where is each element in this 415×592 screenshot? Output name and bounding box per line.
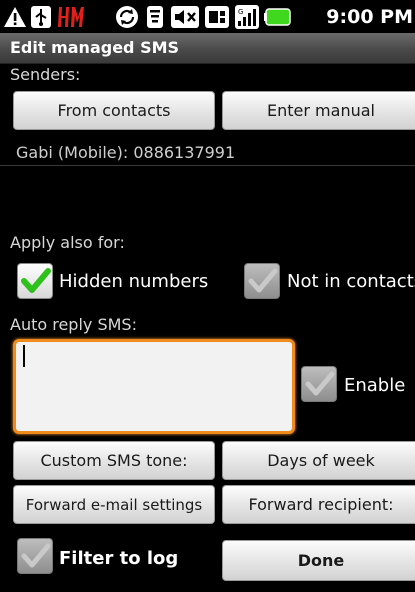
battery-icon	[264, 5, 292, 29]
svg-text:G: G	[238, 8, 243, 16]
hidden-numbers-label: Hidden numbers	[59, 271, 209, 292]
sender-entry-text: Gabi (Mobile): 0886137991	[16, 143, 236, 162]
apply-also-label: Apply also for:	[10, 233, 125, 252]
auto-reply-input[interactable]	[13, 339, 295, 434]
days-of-week-button[interactable]: Days of week	[222, 441, 415, 480]
storage-icon	[205, 5, 229, 29]
title-bar: Edit managed SMS	[0, 33, 415, 64]
not-in-contacts-checkbox[interactable]	[244, 263, 280, 299]
text-caret	[23, 345, 25, 367]
sync-icon	[115, 5, 139, 29]
enable-checkbox[interactable]	[301, 366, 337, 402]
from-contacts-button[interactable]: From contacts	[13, 91, 215, 130]
checkmark-icon	[305, 371, 335, 396]
senders-label: Senders:	[10, 65, 81, 84]
signal-icon: G	[235, 5, 259, 29]
checkmark-icon	[248, 268, 278, 293]
enable-label: Enable	[344, 375, 406, 396]
enter-manual-button[interactable]: Enter manual	[222, 91, 415, 130]
not-in-contacts-label: Not in contacts	[287, 271, 415, 292]
filter-to-log-label: Filter to log	[59, 548, 179, 569]
done-button[interactable]: Done	[222, 540, 415, 581]
status-clock: 9:00 PM	[326, 6, 413, 28]
page-title: Edit managed SMS	[10, 38, 180, 57]
hidden-numbers-checkbox[interactable]	[17, 263, 53, 299]
forward-recipient-button[interactable]: Forward recipient:	[222, 485, 415, 524]
filter-to-log-checkbox[interactable]	[17, 538, 53, 574]
checkmark-icon	[21, 543, 51, 568]
volume-mute-icon	[171, 5, 199, 29]
custom-sms-tone-button[interactable]: Custom SMS tone:	[13, 441, 215, 480]
app-logo-icon	[56, 5, 86, 29]
warning-icon	[3, 5, 27, 29]
checkmark-icon	[21, 268, 51, 293]
auto-reply-label: Auto reply SMS:	[10, 315, 137, 334]
usb-icon	[29, 5, 53, 29]
wifi-icon	[145, 5, 165, 29]
status-bar: G 9:00 PM	[0, 0, 415, 33]
sender-list-item[interactable]: Gabi (Mobile): 0886137991	[0, 139, 415, 166]
forward-email-settings-button[interactable]: Forward e-mail settings	[13, 485, 215, 524]
